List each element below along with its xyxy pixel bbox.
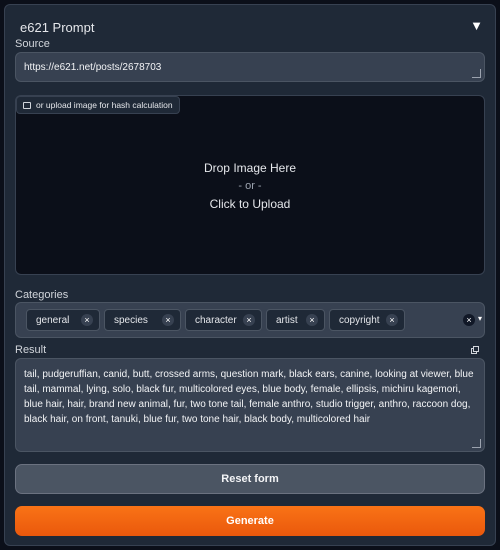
category-chip-general: general ×	[26, 309, 100, 331]
category-chip-copyright: copyright ×	[329, 309, 405, 331]
chip-label: character	[195, 314, 237, 326]
chip-label: species	[114, 314, 148, 326]
category-chip-species: species ×	[104, 309, 181, 331]
clear-all-icon[interactable]: ×	[463, 314, 475, 326]
remove-chip-icon[interactable]: ×	[243, 314, 255, 326]
source-input[interactable]: https://e621.net/posts/2678703	[15, 52, 485, 82]
source-label: Source	[15, 38, 50, 50]
panel-title: e621 Prompt	[20, 20, 95, 35]
category-chip-character: character ×	[185, 309, 262, 331]
drop-image-text: Drop Image Here	[203, 161, 297, 175]
image-icon	[23, 101, 31, 109]
categories-multiselect[interactable]: general × species × character × artist ×…	[15, 302, 485, 338]
dropdown-arrow-icon[interactable]: ▾	[478, 314, 482, 323]
result-textarea[interactable]: tail, pudgeruffian, canid, butt, crossed…	[15, 358, 485, 452]
chip-label: general	[36, 314, 70, 326]
remove-chip-icon[interactable]: ×	[306, 314, 318, 326]
remove-chip-icon[interactable]: ×	[162, 314, 174, 326]
upload-label-text: or upload image for hash calculation	[36, 100, 173, 110]
source-value: https://e621.net/posts/2678703	[24, 62, 162, 73]
result-value: tail, pudgeruffian, canid, butt, crossed…	[24, 369, 474, 425]
result-label: Result	[15, 344, 47, 356]
categories-label: Categories	[15, 289, 69, 301]
resize-handle-icon[interactable]	[472, 69, 481, 78]
collapse-icon[interactable]: ▼	[470, 18, 483, 33]
or-text: - or -	[238, 180, 262, 192]
upload-label: or upload image for hash calculation	[16, 96, 180, 114]
chip-label: artist	[276, 314, 298, 326]
copy-icon[interactable]	[471, 346, 480, 355]
click-to-upload-text: Click to Upload	[209, 197, 291, 211]
image-upload-area[interactable]: or upload image for hash calculation Dro…	[15, 95, 485, 275]
remove-chip-icon[interactable]: ×	[81, 314, 93, 326]
category-chip-artist: artist ×	[266, 309, 325, 331]
reset-form-button[interactable]: Reset form	[15, 464, 485, 494]
resize-handle-icon[interactable]	[472, 439, 481, 448]
chip-label: copyright	[339, 314, 380, 326]
remove-chip-icon[interactable]: ×	[386, 314, 398, 326]
generate-button[interactable]: Generate	[15, 506, 485, 536]
